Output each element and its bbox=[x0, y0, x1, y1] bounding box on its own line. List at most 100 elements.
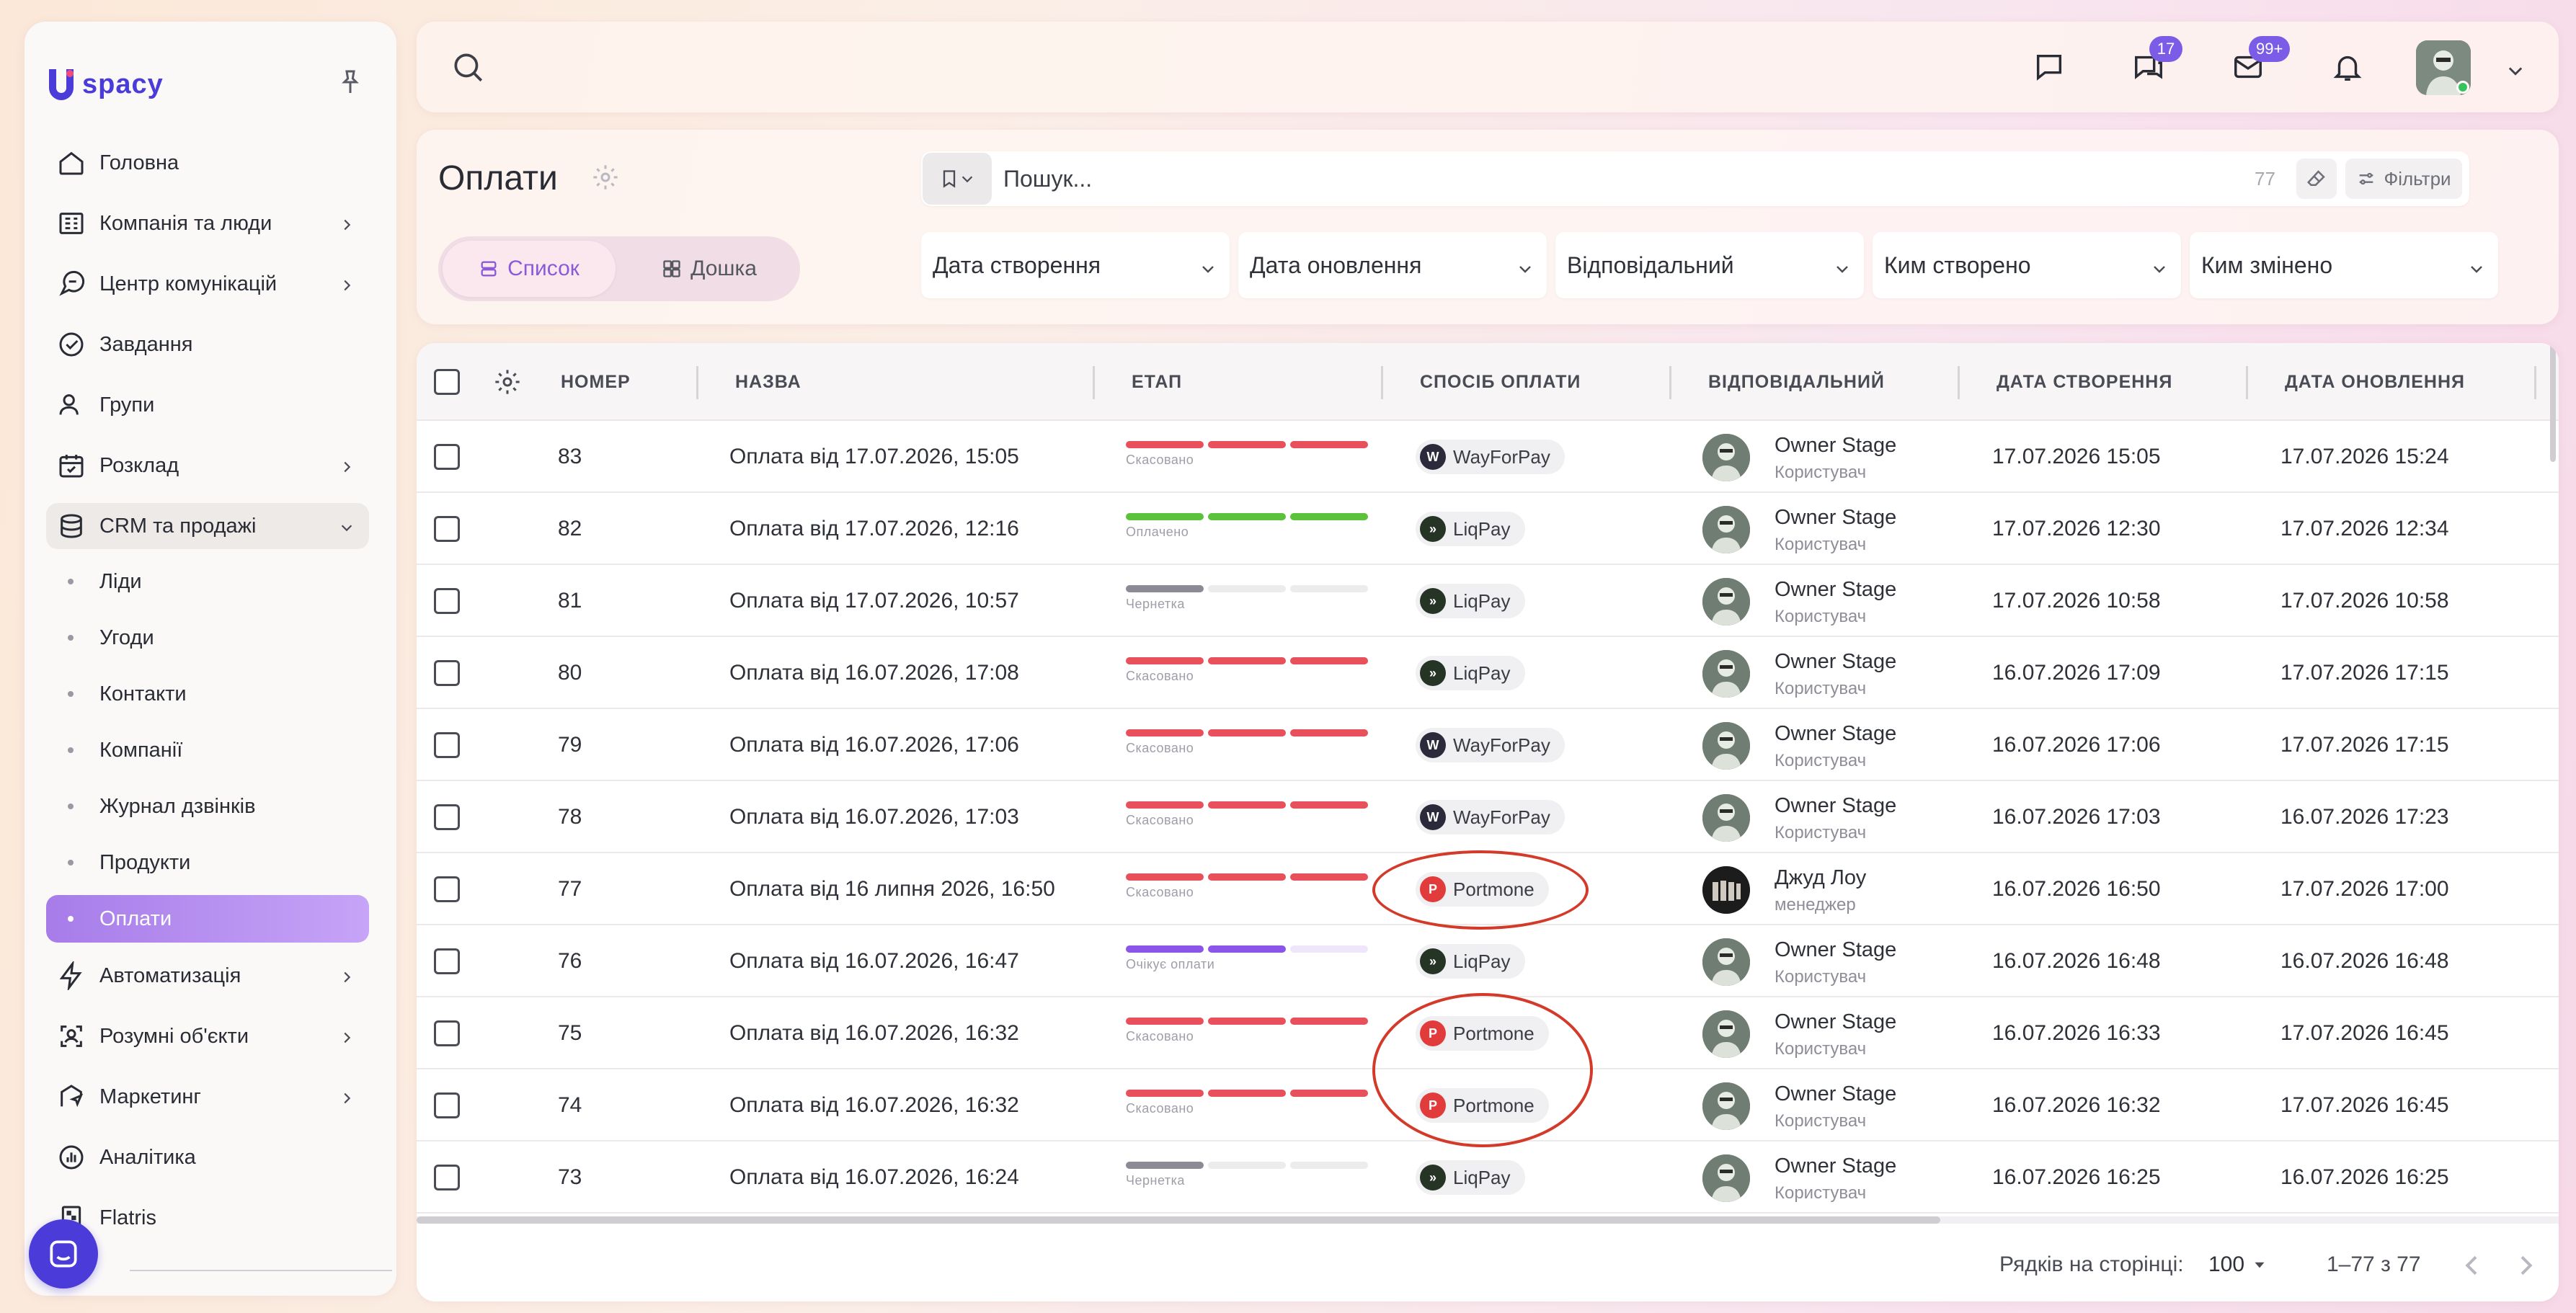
select-all-checkbox[interactable] bbox=[434, 369, 460, 395]
sidebar-item-smart-objects[interactable]: Розумні об'єкти bbox=[46, 1013, 369, 1059]
column-resize-handle[interactable] bbox=[2534, 366, 2536, 399]
payment-name-link[interactable]: Оплата від 16 липня 2026, 16:50 bbox=[729, 853, 1055, 925]
avatar[interactable] bbox=[1702, 722, 1750, 770]
responsible-name[interactable]: Owner Stage bbox=[1775, 506, 1896, 530]
sidebar-subitem-payments[interactable]: Оплати bbox=[46, 895, 369, 943]
row-checkbox[interactable] bbox=[434, 516, 460, 542]
column-header-name[interactable]: НАЗВА bbox=[735, 343, 801, 421]
responsible-name[interactable]: Owner Stage bbox=[1775, 1154, 1896, 1178]
sidebar-subitem-contacts[interactable]: Контакти bbox=[46, 670, 369, 718]
row-checkbox[interactable] bbox=[434, 732, 460, 758]
user-avatar[interactable] bbox=[2416, 40, 2471, 95]
avatar[interactable] bbox=[1702, 1154, 1750, 1202]
column-resize-handle[interactable] bbox=[1958, 366, 1960, 399]
responsible-name[interactable]: Джуд Лоу bbox=[1775, 866, 1866, 890]
avatar[interactable] bbox=[1702, 866, 1750, 914]
sidebar-item-tasks[interactable]: Завдання bbox=[46, 321, 369, 368]
table-row[interactable]: 75 Оплата від 16.07.2026, 16:32 Скасован… bbox=[417, 997, 2559, 1069]
avatar[interactable] bbox=[1702, 938, 1750, 986]
column-resize-handle[interactable] bbox=[1093, 366, 1095, 399]
sidebar-item-flatris[interactable]: Flatris bbox=[46, 1195, 369, 1241]
column-header-number[interactable]: НОМЕР bbox=[561, 343, 631, 421]
stage-indicator[interactable]: Скасовано bbox=[1126, 873, 1371, 909]
sidebar-item-analytics[interactable]: Аналітика bbox=[46, 1134, 369, 1180]
horizontal-scrollbar[interactable] bbox=[417, 1216, 1940, 1224]
responsible-name[interactable]: Owner Stage bbox=[1775, 1082, 1896, 1106]
view-list-button[interactable]: Список bbox=[443, 241, 616, 297]
filter-updated-date[interactable]: Дата оновлення bbox=[1238, 232, 1547, 298]
responsible-name[interactable]: Owner Stage bbox=[1775, 578, 1896, 602]
payment-method-chip[interactable]: » LiqPay bbox=[1416, 944, 1525, 979]
sidebar-subitem-products[interactable]: Продукти bbox=[46, 839, 369, 886]
column-header-created-date[interactable]: ДАТА СТВОРЕННЯ bbox=[1997, 343, 2172, 421]
pin-icon[interactable] bbox=[336, 66, 365, 98]
table-row[interactable]: 83 Оплата від 17.07.2026, 15:05 Скасован… bbox=[417, 421, 2559, 493]
stage-indicator[interactable]: Чернетка bbox=[1126, 1162, 1371, 1198]
sidebar-subitem-deals[interactable]: Угоди bbox=[46, 614, 369, 662]
responsible-name[interactable]: Owner Stage bbox=[1775, 938, 1896, 962]
row-checkbox[interactable] bbox=[434, 804, 460, 830]
filter-modified-by[interactable]: Ким змінено bbox=[2190, 232, 2498, 298]
payment-method-chip[interactable]: » LiqPay bbox=[1416, 1160, 1525, 1195]
chevron-down-icon[interactable] bbox=[2505, 61, 2526, 81]
column-resize-handle[interactable] bbox=[1381, 366, 1383, 399]
row-checkbox[interactable] bbox=[434, 660, 460, 686]
clear-search-button[interactable] bbox=[2296, 159, 2337, 199]
row-checkbox[interactable] bbox=[434, 948, 460, 974]
payment-name-link[interactable]: Оплата від 16.07.2026, 16:24 bbox=[729, 1141, 1019, 1214]
payment-method-chip[interactable]: P Portmone bbox=[1416, 872, 1549, 907]
payment-method-chip[interactable]: » LiqPay bbox=[1416, 656, 1525, 690]
chats-button[interactable]: 17 bbox=[2128, 36, 2182, 88]
stage-indicator[interactable]: Очікує оплати bbox=[1126, 945, 1371, 982]
filter-responsible[interactable]: Відповідальний bbox=[1555, 232, 1864, 298]
gear-icon[interactable] bbox=[591, 163, 620, 192]
payment-name-link[interactable]: Оплата від 16.07.2026, 16:47 bbox=[729, 925, 1019, 997]
search-input[interactable] bbox=[1003, 151, 2084, 206]
payment-name-link[interactable]: Оплата від 16.07.2026, 16:32 bbox=[729, 1069, 1019, 1141]
responsible-name[interactable]: Owner Stage bbox=[1775, 722, 1896, 746]
payment-name-link[interactable]: Оплата від 16.07.2026, 17:03 bbox=[729, 781, 1019, 853]
stage-indicator[interactable]: Скасовано bbox=[1126, 801, 1371, 837]
support-chat-button[interactable] bbox=[29, 1219, 98, 1288]
filter-created-by[interactable]: Ким створено bbox=[1873, 232, 2181, 298]
table-row[interactable]: 81 Оплата від 17.07.2026, 10:57 Чернетка… bbox=[417, 565, 2559, 637]
payment-name-link[interactable]: Оплата від 16.07.2026, 16:32 bbox=[729, 997, 1019, 1069]
stage-indicator[interactable]: Скасовано bbox=[1126, 1090, 1371, 1126]
avatar[interactable] bbox=[1702, 1010, 1750, 1058]
comments-icon[interactable] bbox=[2028, 46, 2070, 88]
payment-name-link[interactable]: Оплата від 16.07.2026, 17:06 bbox=[729, 709, 1019, 781]
sidebar-subitem-companies[interactable]: Компанії bbox=[46, 726, 369, 774]
payment-method-chip[interactable]: W WayForPay bbox=[1416, 728, 1565, 762]
column-settings-gear-icon[interactable] bbox=[493, 368, 522, 396]
mail-button[interactable]: 99+ bbox=[2227, 36, 2291, 88]
saved-filters-button[interactable] bbox=[923, 153, 992, 205]
column-resize-handle[interactable] bbox=[1669, 366, 1671, 399]
avatar[interactable] bbox=[1702, 1082, 1750, 1130]
payment-method-chip[interactable]: W WayForPay bbox=[1416, 440, 1565, 474]
table-row[interactable]: 77 Оплата від 16 липня 2026, 16:50 Скасо… bbox=[417, 853, 2559, 925]
payment-name-link[interactable]: Оплата від 17.07.2026, 15:05 bbox=[729, 421, 1019, 493]
sidebar-item-marketing[interactable]: Маркетинг bbox=[46, 1074, 369, 1120]
table-row[interactable]: 79 Оплата від 16.07.2026, 17:06 Скасован… bbox=[417, 709, 2559, 781]
avatar[interactable] bbox=[1702, 434, 1750, 481]
sidebar-item-home[interactable]: Головна bbox=[46, 140, 369, 186]
responsible-name[interactable]: Owner Stage bbox=[1775, 794, 1896, 818]
table-row[interactable]: 78 Оплата від 16.07.2026, 17:03 Скасован… bbox=[417, 781, 2559, 853]
rows-per-page-select[interactable]: 100 bbox=[2208, 1252, 2269, 1277]
row-checkbox[interactable] bbox=[434, 876, 460, 902]
sidebar-item-company[interactable]: Компанія та люди bbox=[46, 200, 369, 246]
table-row[interactable]: 80 Оплата від 16.07.2026, 17:08 Скасован… bbox=[417, 637, 2559, 709]
vertical-scrollbar[interactable] bbox=[2550, 343, 2556, 462]
payment-method-chip[interactable]: » LiqPay bbox=[1416, 512, 1525, 546]
payment-name-link[interactable]: Оплата від 17.07.2026, 10:57 bbox=[729, 565, 1019, 637]
stage-indicator[interactable]: Оплачено bbox=[1126, 513, 1371, 549]
table-row[interactable]: 82 Оплата від 17.07.2026, 12:16 Оплачено… bbox=[417, 493, 2559, 565]
row-checkbox[interactable] bbox=[434, 1020, 460, 1046]
payment-name-link[interactable]: Оплата від 17.07.2026, 12:16 bbox=[729, 493, 1019, 565]
next-page-button[interactable] bbox=[2511, 1251, 2540, 1280]
avatar[interactable] bbox=[1702, 794, 1750, 842]
column-header-stage[interactable]: ЕТАП bbox=[1132, 343, 1182, 421]
avatar[interactable] bbox=[1702, 506, 1750, 553]
stage-indicator[interactable]: Скасовано bbox=[1126, 441, 1371, 477]
avatar[interactable] bbox=[1702, 578, 1750, 626]
